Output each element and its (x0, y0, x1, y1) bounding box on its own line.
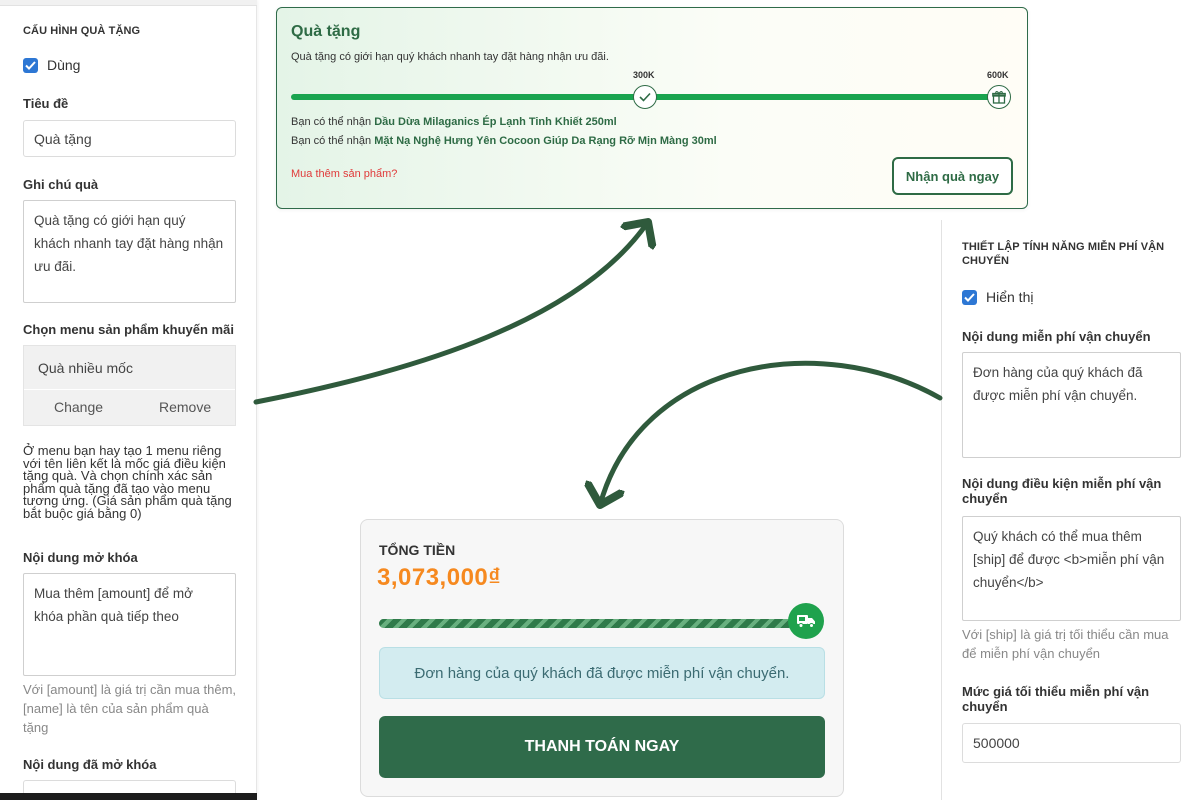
gift-line-2-product[interactable]: Mặt Nạ Nghệ Hưng Yên Cocoon Giúp Da Rạng… (374, 135, 717, 147)
gift-settings-panel: CẤU HÌNH QUÀ TẶNG Dùng Tiêu đề Quà tặng … (0, 0, 257, 800)
condition-label: Nội dung điều kiện miễn phí vận chuyển (962, 476, 1162, 506)
note-field-label: Ghi chú quà (23, 177, 99, 192)
milestone-label-600k: 600K (987, 70, 1009, 80)
min-price-label: Mức giá tối thiểu miễn phí vận chuyển (962, 684, 1150, 714)
enable-label: Dùng (47, 57, 81, 73)
gift-card-subtitle: Quà tặng có giới hạn quý khách nhanh tay… (291, 51, 609, 63)
show-checkbox-row[interactable]: Hiển thị (962, 289, 1033, 305)
title-input[interactable]: Quà tặng (23, 120, 236, 157)
arrow-right-to-total (600, 360, 943, 505)
truck-icon (788, 603, 824, 639)
condition-help-text: Với [ship] là giá trị tối thiểu cần mua … (962, 627, 1169, 661)
unlock-textarea[interactable]: Mua thêm [amount] để mở khóa phần quà ti… (23, 573, 236, 676)
unlock-help-text: Với [amount] là giá trị cần mua thêm, [n… (23, 682, 237, 735)
min-price-input[interactable]: 500000 (962, 723, 1181, 763)
gift-line-2: Bạn có thể nhận Mặt Nạ Nghệ Hưng Yên Coc… (291, 135, 717, 147)
condition-textarea[interactable]: Quý khách có thể mua thêm [ship] để được… (962, 516, 1181, 621)
gift-box-icon (987, 85, 1011, 109)
panel-top-border (0, 0, 257, 6)
buy-more-link[interactable]: Mua thêm sản phẩm? (291, 168, 397, 180)
gift-section-title: CẤU HÌNH QUÀ TẶNG (23, 25, 141, 37)
gift-card-title: Quà tặng (291, 23, 361, 40)
unlock-field-label: Nội dung mở khóa (23, 550, 138, 565)
shipping-section-title: THIẾT LẬP TÍNH NĂNG MIỄN PHÍ VẬN CHUYỂN (962, 241, 1165, 267)
show-label: Hiển thị (986, 289, 1034, 305)
gift-progress-card: Quà tặng Quà tặng có giới hạn quý khách … (276, 7, 1028, 209)
checkout-button[interactable]: THANH TOÁN NGAY (379, 716, 825, 778)
title-field-label: Tiêu đề (23, 96, 69, 111)
total-amount: 3,073,000₫ (377, 564, 502, 591)
total-label: TỔNG TIỀN (379, 542, 456, 558)
shipping-progress-bar (379, 619, 797, 628)
menu-field-label: Chọn menu sản phẩm khuyến mãi (23, 322, 234, 337)
free-content-textarea[interactable]: Đơn hàng của quý khách đã được miễn phí … (962, 352, 1181, 458)
enable-checkbox-row[interactable]: Dùng (23, 57, 80, 73)
arrow-left-to-gift (253, 222, 648, 405)
free-content-label: Nội dung miễn phí vận chuyển (962, 329, 1151, 344)
free-shipping-message: Đơn hàng của quý khách đã được miễn phí … (379, 647, 825, 699)
remove-menu-button[interactable]: Remove (159, 399, 211, 415)
change-menu-button[interactable]: Change (54, 399, 103, 415)
gift-line-2-prefix: Bạn có thể nhận (291, 135, 372, 147)
menu-help-text: Ở menu bạn hay tạo 1 menu riêng với tên … (23, 443, 232, 521)
check-icon (25, 60, 36, 70)
milestone-check-icon (633, 85, 657, 109)
gift-line-1-prefix: Bạn có thể nhận (291, 116, 372, 128)
menu-picker: Quà nhiều mốc Change Remove (23, 345, 236, 426)
gift-line-1-product[interactable]: Dầu Dừa Milaganics Ép Lạnh Tinh Khiết 25… (374, 116, 616, 128)
menu-divider (24, 389, 235, 390)
check-icon (964, 292, 975, 302)
order-total-card: TỔNG TIỀN 3,073,000₫ Đơn hàng của quý kh… (360, 519, 844, 797)
note-textarea[interactable]: Quà tặng có giới hạn quý khách nhanh tay… (23, 200, 236, 303)
show-checkbox[interactable] (962, 289, 977, 305)
shipping-settings-panel: THIẾT LẬP TÍNH NĂNG MIỄN PHÍ VẬN CHUYỂN … (941, 220, 1200, 800)
selected-menu-name: Quà nhiều mốc (38, 360, 133, 376)
gift-line-1: Bạn có thể nhận Dầu Dừa Milaganics Ép Lạ… (291, 116, 617, 128)
unlocked-field-label: Nội dung đã mở khóa (23, 757, 157, 772)
enable-checkbox[interactable] (23, 57, 38, 73)
screen: CẤU HÌNH QUÀ TẶNG Dùng Tiêu đề Quà tặng … (0, 0, 1200, 800)
claim-gift-button[interactable]: Nhận quà ngay (892, 157, 1013, 195)
milestone-label-300k: 300K (633, 70, 655, 80)
taskbar-strip (0, 793, 257, 800)
